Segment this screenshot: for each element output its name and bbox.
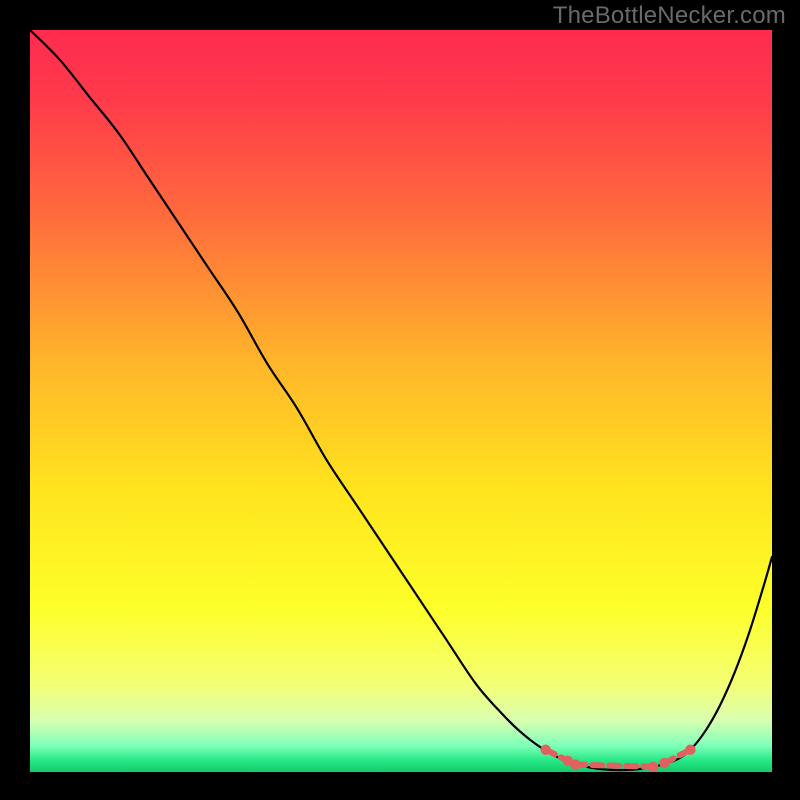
chart-background bbox=[30, 30, 772, 772]
highlight-cap bbox=[570, 759, 580, 769]
chart-plot-area bbox=[30, 30, 772, 772]
highlight-segment bbox=[575, 765, 653, 767]
highlight-cap bbox=[648, 762, 658, 772]
chart-container: TheBottleNecker.com bbox=[0, 0, 800, 800]
highlight-cap bbox=[540, 745, 550, 755]
watermark-text: TheBottleNecker.com bbox=[553, 2, 786, 30]
chart-svg bbox=[30, 30, 772, 772]
highlight-cap bbox=[685, 745, 695, 755]
highlight-cap bbox=[659, 758, 669, 768]
